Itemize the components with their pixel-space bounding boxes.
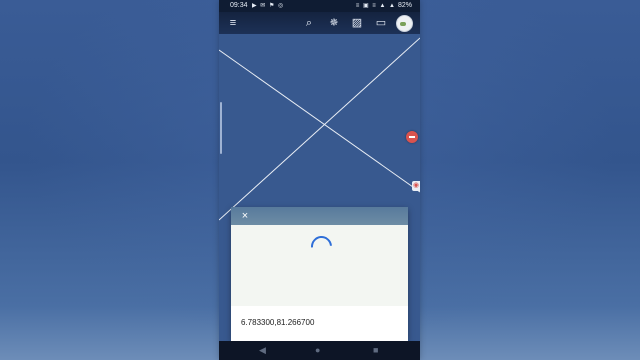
settings-icon[interactable]: ✵ bbox=[326, 15, 342, 31]
back-icon[interactable]: ◀ bbox=[259, 344, 266, 357]
phone-screen: 09:34 ▶ ✉ ⚑ ◎ ≡ ▣ ≡ ▲ ▲ 82% ≡ ⌕ ✵ ▨ ▭ ◉ … bbox=[219, 0, 420, 360]
status-bar: 09:34 ▶ ✉ ⚑ ◎ ≡ ▣ ≡ ▲ ▲ 82% bbox=[219, 0, 420, 12]
crosshair-line-b bbox=[219, 37, 420, 221]
location-marker-button[interactable] bbox=[406, 131, 418, 143]
notification-icons: ▶ ✉ ⚑ ◎ bbox=[252, 3, 285, 9]
navigation-bar: ◀ ● ■ bbox=[219, 341, 420, 360]
drawer-handle[interactable] bbox=[220, 102, 222, 154]
camera-icon[interactable]: ◉ bbox=[412, 181, 420, 191]
recents-icon[interactable]: ■ bbox=[373, 344, 378, 357]
dialog-footer: 6.783300,81.266700 bbox=[231, 306, 408, 341]
ruler-icon[interactable]: ▭ bbox=[373, 15, 389, 31]
home-icon[interactable]: ● bbox=[315, 344, 320, 357]
search-icon[interactable]: ⌕ bbox=[301, 15, 317, 31]
location-dialog: × 6.783300,81.266700 bbox=[231, 207, 408, 341]
coordinates-text[interactable]: 6.783300,81.266700 bbox=[241, 318, 314, 327]
battery-level: 82% bbox=[397, 2, 412, 9]
close-icon[interactable]: × bbox=[239, 209, 251, 223]
avatar[interactable] bbox=[396, 15, 413, 32]
loading-spinner bbox=[306, 231, 337, 262]
map-toolbar: ≡ ⌕ ✵ ▨ ▭ bbox=[219, 12, 420, 34]
crosshair-line-a bbox=[219, 49, 420, 193]
layers-icon[interactable]: ▨ bbox=[349, 15, 365, 31]
dialog-header: × bbox=[231, 207, 408, 225]
status-time: 09:34 bbox=[230, 2, 248, 9]
menu-icon[interactable]: ≡ bbox=[225, 15, 241, 31]
system-status-icons: ≡ ▣ ≡ ▲ ▲ bbox=[355, 3, 396, 9]
